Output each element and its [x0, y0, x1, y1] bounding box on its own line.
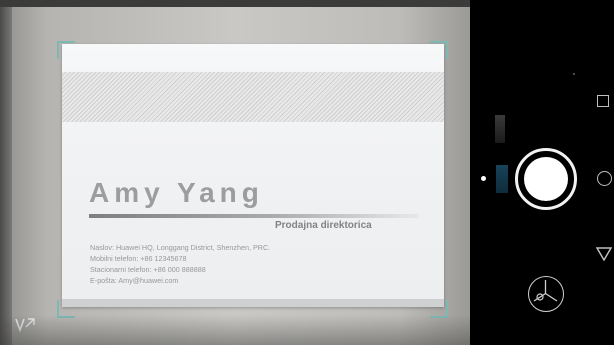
- business-card: Amy Yang Prodajna direktorica Naslov: Hu…: [62, 44, 444, 307]
- card-bottom-band: [62, 299, 444, 307]
- focus-corner-top-left: [57, 41, 75, 59]
- focus-corner-top-right: [430, 41, 448, 59]
- card-stripe-pattern: [62, 72, 444, 122]
- selected-mode-dot: [481, 176, 486, 181]
- card-divider: [89, 214, 419, 218]
- mode-indicator-active: [496, 165, 508, 193]
- card-email: E-pošta: Amy@huawei.com: [90, 276, 179, 285]
- shutter-icon: [524, 157, 568, 201]
- card-details: Naslov: Huawei HQ, Longgang District, Sh…: [90, 242, 270, 286]
- shutter-button[interactable]: [515, 148, 577, 210]
- card-landline: Stacionarni telefon: +86 000 888888: [90, 265, 206, 274]
- recent-apps-icon[interactable]: [597, 95, 609, 107]
- focus-corner-bottom-right: [430, 300, 448, 318]
- card-mobile: Mobilni telefon: +86 12345678: [90, 254, 187, 263]
- mode-indicator: [495, 115, 505, 143]
- hdr-off-icon[interactable]: [14, 313, 38, 335]
- home-icon[interactable]: [597, 171, 612, 186]
- back-icon[interactable]: [595, 247, 613, 262]
- gallery-thumbnail-icon: [533, 280, 558, 302]
- indicator-dot: [573, 73, 575, 75]
- focus-corner-bottom-left: [57, 300, 75, 318]
- card-address: Naslov: Huawei HQ, Longgang District, Sh…: [90, 243, 271, 252]
- gallery-thumbnail-button[interactable]: [528, 276, 564, 312]
- status-bar-strip: [0, 0, 470, 7]
- card-name: Amy Yang: [89, 177, 264, 208]
- card-role: Prodajna direktorica: [275, 220, 372, 231]
- camera-viewfinder[interactable]: Amy Yang Prodajna direktorica Naslov: Hu…: [0, 0, 470, 345]
